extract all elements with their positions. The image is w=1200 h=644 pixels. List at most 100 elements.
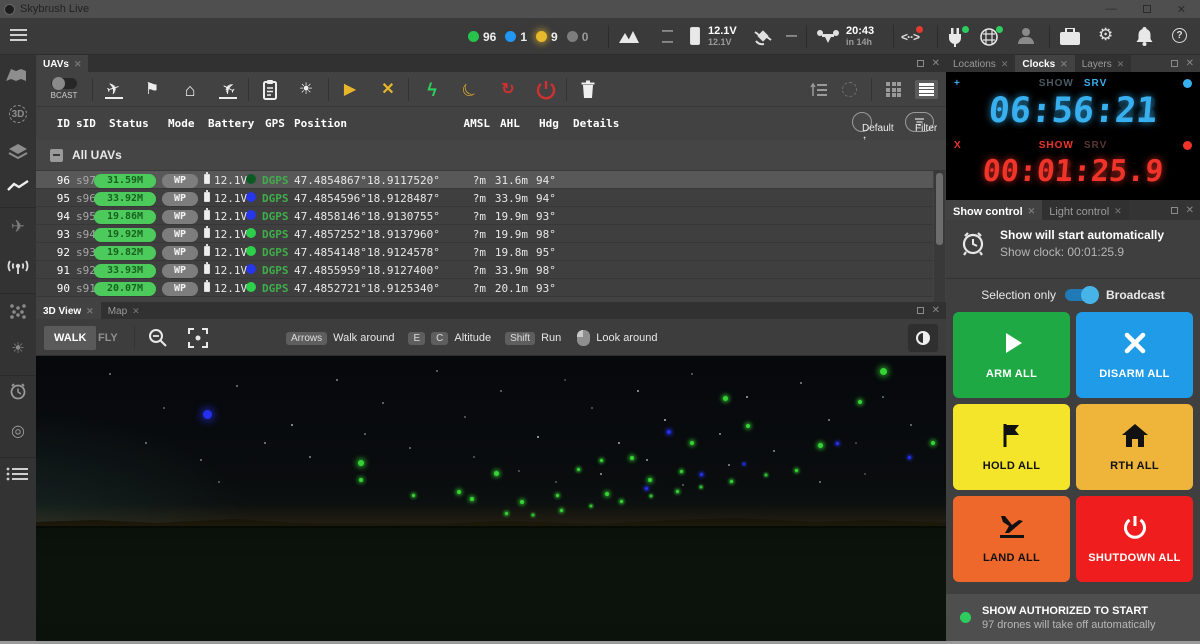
light-test-sun-icon[interactable]: ☀	[294, 78, 318, 102]
locate-target-icon[interactable]: ◎	[0, 421, 36, 441]
table-row[interactable]: 90s9120.07MWP12.1VDGPS47.4852721°18.9125…	[36, 279, 933, 297]
drone-dot[interactable]	[836, 442, 839, 445]
tab-close-icon[interactable]: ✕	[1001, 59, 1009, 70]
panel-maximize-icon[interactable]	[1171, 60, 1178, 67]
col-battery[interactable]: Battery	[208, 117, 254, 130]
drone-dot[interactable]	[880, 368, 887, 375]
window-close-button[interactable]: ✕	[1177, 3, 1186, 16]
start-show-icon[interactable]: ▶	[338, 78, 362, 102]
filter-button[interactable]: Filter	[905, 112, 934, 132]
col-id[interactable]: ID	[44, 117, 70, 130]
table-row[interactable]: 93s9419.92MWP12.1VDGPS47.4857252°18.9137…	[36, 225, 933, 243]
flag-icon[interactable]: ⚑	[140, 78, 164, 102]
disarm-all-button[interactable]: DISARM ALL	[1076, 312, 1193, 398]
fly-mode-button[interactable]: FLY	[88, 326, 128, 350]
uav-table-scrollbar[interactable]	[934, 171, 945, 302]
panel-close-icon[interactable]: ✕	[1186, 205, 1194, 216]
col-details[interactable]: Details	[573, 117, 619, 130]
drone-dot[interactable]	[358, 460, 364, 466]
tab-close-icon[interactable]: ✕	[1028, 206, 1036, 217]
tab-close-icon[interactable]: ✕	[1114, 206, 1122, 217]
drone-dot[interactable]	[650, 495, 652, 497]
drone-dot[interactable]	[931, 441, 935, 445]
col-sid[interactable]: sID	[76, 117, 96, 130]
tab-close-icon[interactable]: ✕	[1117, 59, 1125, 70]
col-hdg[interactable]: Hdg	[539, 117, 559, 130]
window-maximize-button[interactable]	[1143, 5, 1151, 13]
tab-close-icon[interactable]: ✕	[1060, 59, 1068, 70]
col-ahl[interactable]: AHL	[500, 117, 520, 130]
drone-dot[interactable]	[556, 494, 559, 497]
show-clock[interactable]: X SHOW SRV 88:88:88.8 00:01:25.9	[946, 140, 1200, 189]
tab-show-control[interactable]: Show control✕	[946, 200, 1042, 220]
broadcast-toggle[interactable]: BCAST	[42, 76, 86, 100]
list-view-icon[interactable]	[915, 80, 938, 99]
zoom-icon[interactable]	[148, 328, 168, 348]
sort-order-icon[interactable]	[810, 82, 828, 98]
drone-dot[interactable]	[765, 474, 767, 476]
land-icon[interactable]: ✈	[216, 78, 240, 102]
tab-clocks[interactable]: Clocks✕	[1015, 55, 1074, 72]
tab-close-icon[interactable]: ✕	[74, 59, 82, 70]
uav-status-count[interactable]: 96	[468, 30, 496, 44]
trash-icon[interactable]	[576, 78, 600, 102]
checklist-icon[interactable]	[258, 78, 282, 102]
grid-view-icon[interactable]	[886, 82, 901, 97]
uav-status-count[interactable]: 1	[505, 30, 527, 44]
drone-dot[interactable]	[620, 500, 623, 503]
drone-dot[interactable]	[505, 512, 508, 515]
drone-dot[interactable]	[359, 478, 363, 482]
show-start-info[interactable]: Show will start automatically Show clock…	[946, 228, 1200, 259]
swarm-dots-icon[interactable]	[0, 303, 36, 319]
toolbox-icon[interactable]	[1060, 28, 1080, 45]
drone-dot[interactable]	[723, 396, 728, 401]
col-status[interactable]: Status	[109, 117, 149, 130]
server-clock[interactable]: + SHOW SRV 88:88:88 06:56:21	[946, 78, 1200, 131]
satellite-icon[interactable]	[752, 27, 774, 47]
chart-icon[interactable]	[0, 179, 36, 193]
sort-preset-button[interactable]: Default ↑	[852, 112, 872, 132]
drone-dot[interactable]	[858, 400, 862, 404]
home-icon[interactable]: ⌂	[178, 78, 202, 102]
col-position[interactable]: Position	[294, 117, 347, 130]
notifications-bell-icon[interactable]	[1136, 27, 1153, 46]
drone-dot[interactable]	[700, 473, 703, 476]
tab-close-icon[interactable]: ✕	[86, 306, 94, 317]
panel-close-icon[interactable]: ✕	[932, 305, 940, 316]
drone-dot[interactable]	[457, 490, 461, 494]
drone-dot[interactable]	[577, 468, 580, 471]
uav-group-header[interactable]: All UAVs	[36, 140, 946, 171]
hamburger-menu-icon[interactable]	[10, 29, 27, 42]
col-mode[interactable]: Mode	[168, 117, 195, 130]
broadcast-switch[interactable]	[1065, 289, 1097, 301]
power-off-icon[interactable]	[534, 78, 558, 102]
drone-dot[interactable]	[520, 500, 524, 504]
code-connection-icon[interactable]: <··>	[901, 30, 919, 44]
scene-theme-button[interactable]	[908, 324, 938, 352]
fit-view-icon[interactable]	[188, 328, 208, 348]
table-row[interactable]: 96s9731.59MWP12.1VDGPS47.4854867°18.9117…	[36, 171, 933, 189]
panel-close-icon[interactable]: ✕	[932, 58, 940, 69]
table-row[interactable]: 92s9319.82MWP12.1VDGPS47.4854148°18.9124…	[36, 243, 933, 261]
sleep-moon-icon[interactable]: ☾	[453, 73, 487, 107]
drone-dot[interactable]	[676, 490, 679, 493]
threed-scene[interactable]	[36, 356, 946, 641]
reboot-icon[interactable]: ↻	[496, 78, 520, 102]
drone-dot[interactable]	[730, 480, 733, 483]
rf-antenna-icon[interactable]	[0, 257, 36, 275]
uav-status-count[interactable]: 9	[536, 30, 558, 44]
drone-dot[interactable]	[648, 478, 652, 482]
drone-dot[interactable]	[532, 514, 534, 516]
drone-dot[interactable]	[746, 424, 750, 428]
collapse-group-icon[interactable]	[50, 149, 63, 162]
col-gps[interactable]: GPS	[265, 117, 285, 130]
airplane-icon[interactable]: ✈	[0, 217, 36, 237]
drone-dot[interactable]	[795, 469, 798, 472]
takeoff-icon[interactable]: ✈	[102, 78, 126, 102]
table-row[interactable]: 95s9633.92MWP12.1VDGPS47.4854596°18.9128…	[36, 189, 933, 207]
tab-3d-view[interactable]: 3D View✕	[36, 302, 101, 319]
tab-map[interactable]: Map✕	[101, 302, 147, 319]
drone-dot[interactable]	[605, 492, 609, 496]
window-minimize-button[interactable]: —	[1106, 3, 1117, 16]
drone-dot[interactable]	[818, 443, 823, 448]
